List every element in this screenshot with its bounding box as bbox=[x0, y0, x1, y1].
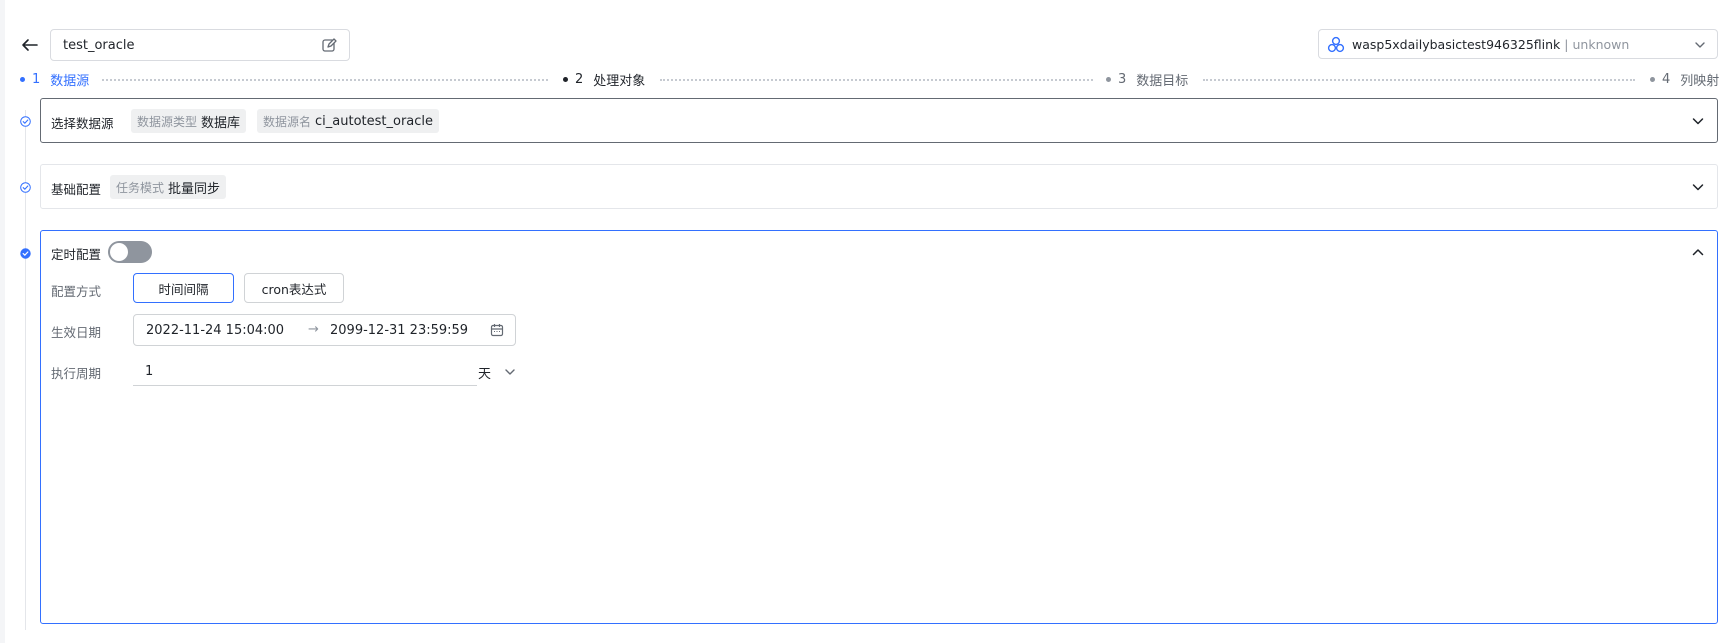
effective-date-label: 生效日期 bbox=[51, 325, 102, 340]
step-number: 4 bbox=[1662, 72, 1671, 87]
tag-task-mode: 任务模式 批量同步 bbox=[110, 175, 227, 199]
start-date-value[interactable]: 2022-11-24 15:04:00 bbox=[146, 323, 284, 338]
exec-period-value: 1 bbox=[145, 364, 154, 379]
schedule-card-title: 定时配置 bbox=[51, 247, 102, 262]
tag-datasource-type: 数据源类型 数据库 bbox=[131, 109, 247, 133]
step-connector bbox=[1203, 79, 1635, 81]
tag-value: 批量同步 bbox=[168, 181, 221, 197]
step-number: 3 bbox=[1118, 72, 1127, 87]
tag-value: 数据库 bbox=[201, 115, 241, 131]
step-number: 1 bbox=[32, 72, 41, 87]
step-dot bbox=[20, 77, 25, 82]
calendar-icon bbox=[490, 323, 504, 337]
engine-name: wasp5xdailybasictest946325flink bbox=[1352, 37, 1561, 52]
period-unit-select[interactable]: 天 bbox=[478, 363, 491, 382]
check-circle-filled-icon bbox=[20, 248, 31, 259]
range-separator: → bbox=[308, 322, 319, 337]
basic-config-card-title: 基础配置 bbox=[51, 182, 102, 197]
left-edge-strip bbox=[0, 0, 5, 643]
step-dot bbox=[1650, 77, 1655, 82]
basic-config-card[interactable]: 基础配置 任务模式 批量同步 bbox=[40, 164, 1718, 209]
schedule-config-card: 定时配置 配置方式 时间间隔 cron表达式 生效日期 2022-11-24 1… bbox=[40, 230, 1718, 624]
check-circle-icon bbox=[20, 116, 31, 127]
edit-icon[interactable] bbox=[321, 37, 337, 53]
step-2[interactable]: 2 处理对象 bbox=[563, 70, 645, 89]
step-1[interactable]: 1 数据源 bbox=[20, 70, 89, 89]
step-connector bbox=[102, 79, 548, 81]
tag-key: 数据源名 bbox=[263, 114, 312, 129]
chevron-down-icon[interactable] bbox=[1691, 180, 1705, 194]
step-label: 数据目标 bbox=[1136, 74, 1189, 89]
step-3[interactable]: 3 数据目标 bbox=[1106, 70, 1188, 89]
step-bar: 1 数据源 2 处理对象 3 数据目标 4 列映射 bbox=[0, 70, 1732, 90]
step-label: 处理对象 bbox=[593, 74, 646, 89]
chevron-down-icon[interactable] bbox=[503, 365, 517, 379]
engine-label: wasp5xdailybasictest946325flink | unknow… bbox=[1352, 37, 1630, 52]
end-date-value[interactable]: 2099-12-31 23:59:59 bbox=[330, 323, 468, 338]
engine-select[interactable]: wasp5xdailybasictest946325flink | unknow… bbox=[1318, 29, 1718, 59]
step-number: 2 bbox=[575, 72, 584, 87]
tag-datasource-name: 数据源名 ci_autotest_oracle bbox=[257, 109, 440, 133]
config-mode-label: 配置方式 bbox=[51, 284, 102, 299]
exec-period-label: 执行周期 bbox=[51, 366, 102, 381]
step-dot bbox=[1106, 77, 1111, 82]
step-label: 列映射 bbox=[1680, 74, 1720, 89]
effective-date-range-picker[interactable]: 2022-11-24 15:04:00 → 2099-12-31 23:59:5… bbox=[133, 314, 516, 346]
step-dot bbox=[563, 77, 568, 82]
step-label: 数据源 bbox=[50, 74, 90, 89]
task-name-value: test_oracle bbox=[63, 38, 135, 53]
chevron-up-icon[interactable] bbox=[1691, 245, 1705, 259]
datasource-card-title: 选择数据源 bbox=[51, 116, 114, 131]
mode-interval-button[interactable]: 时间间隔 bbox=[133, 273, 234, 303]
tag-key: 数据源类型 bbox=[137, 114, 198, 129]
exec-period-input[interactable]: 1 bbox=[133, 356, 477, 386]
step-4[interactable]: 4 列映射 bbox=[1650, 70, 1719, 89]
tag-value: ci_autotest_oracle bbox=[315, 113, 434, 129]
datasource-card[interactable]: 选择数据源 数据源类型 数据库 数据源名 ci_autotest_oracle bbox=[40, 98, 1718, 143]
tag-key: 任务模式 bbox=[116, 180, 165, 195]
chevron-down-icon[interactable] bbox=[1691, 114, 1705, 128]
mode-cron-button[interactable]: cron表达式 bbox=[244, 273, 344, 303]
check-circle-icon bbox=[20, 182, 31, 193]
engine-cluster-icon bbox=[1327, 36, 1345, 54]
engine-status: unknown bbox=[1572, 37, 1630, 52]
toggle-knob bbox=[110, 243, 128, 261]
chevron-down-icon bbox=[1693, 38, 1707, 52]
schedule-toggle[interactable] bbox=[108, 241, 152, 263]
step-connector bbox=[660, 79, 1093, 81]
back-arrow-icon[interactable] bbox=[20, 36, 40, 54]
task-name-field[interactable]: test_oracle bbox=[50, 29, 350, 61]
